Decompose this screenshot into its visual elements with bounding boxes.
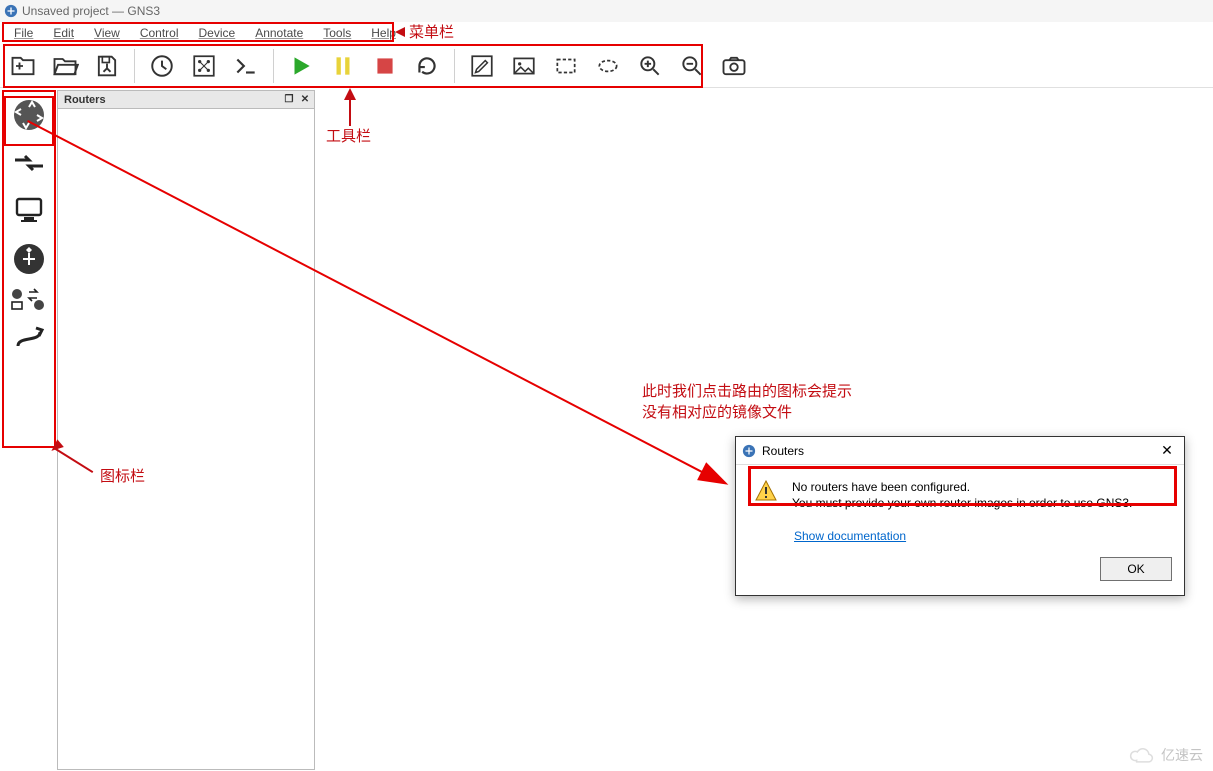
image-button[interactable] bbox=[505, 47, 543, 85]
annotation-dialog-line1: 此时我们点击路由的图标会提示 bbox=[642, 381, 852, 402]
menu-annotate[interactable]: Annotate bbox=[245, 24, 313, 42]
menu-view[interactable]: View bbox=[84, 24, 130, 42]
reload-button[interactable] bbox=[408, 47, 446, 85]
annotation-menubar: 菜单栏 bbox=[395, 21, 454, 42]
dialog-icon bbox=[742, 444, 756, 458]
menu-device[interactable]: Device bbox=[189, 24, 246, 42]
menu-control[interactable]: Control bbox=[130, 24, 189, 42]
menu-file[interactable]: File bbox=[4, 24, 43, 42]
device-end-devices[interactable] bbox=[8, 190, 50, 232]
toolbar bbox=[0, 44, 1213, 88]
clock-button[interactable] bbox=[143, 47, 181, 85]
annotation-toolbar: 工具栏 bbox=[326, 125, 371, 146]
note-button[interactable] bbox=[463, 47, 501, 85]
arrow-stem bbox=[349, 100, 351, 126]
dialog-title-text: Routers bbox=[762, 444, 804, 458]
toolbar-separator bbox=[273, 49, 274, 83]
device-all[interactable] bbox=[8, 286, 50, 312]
open-project-button[interactable] bbox=[46, 47, 84, 85]
warning-icon bbox=[754, 479, 778, 503]
titlebar: Unsaved project — GNS3 bbox=[0, 0, 1213, 22]
dialog-message-line2: You must provide your own router images … bbox=[792, 495, 1132, 511]
rectangle-button[interactable] bbox=[547, 47, 585, 85]
menubar: File Edit View Control Device Annotate T… bbox=[0, 22, 1213, 44]
device-link[interactable] bbox=[8, 318, 50, 360]
annotation-dialog: 此时我们点击路由的图标会提示 没有相对应的镜像文件 bbox=[642, 381, 852, 423]
annotation-iconbar: 图标栏 bbox=[100, 465, 145, 486]
annotation-dialog-line2: 没有相对应的镜像文件 bbox=[642, 402, 852, 423]
toolbar-separator bbox=[454, 49, 455, 83]
new-project-button[interactable] bbox=[4, 47, 42, 85]
panel-title: Routers ❐ ✕ bbox=[58, 91, 314, 109]
menu-edit[interactable]: Edit bbox=[43, 24, 84, 42]
stop-all-button[interactable] bbox=[366, 47, 404, 85]
dialog-titlebar: Routers ✕ bbox=[736, 437, 1184, 465]
toolbar-separator bbox=[134, 49, 135, 83]
dialog-message-line1: No routers have been configured. bbox=[792, 479, 1132, 495]
watermark: 亿速云 bbox=[1129, 745, 1203, 765]
ellipse-button[interactable] bbox=[589, 47, 627, 85]
menu-tools[interactable]: Tools bbox=[313, 24, 361, 42]
show-documentation-link[interactable]: Show documentation bbox=[794, 529, 906, 543]
grid-button[interactable] bbox=[185, 47, 223, 85]
panel-title-text: Routers bbox=[64, 94, 106, 106]
cloud-icon bbox=[1129, 746, 1155, 764]
arrow-left-icon bbox=[395, 27, 405, 37]
console-button[interactable] bbox=[227, 47, 265, 85]
panel-undock-button[interactable]: ❐ bbox=[282, 92, 296, 106]
routers-dialog: Routers ✕ No routers have been configure… bbox=[735, 436, 1185, 596]
arrow-up-icon bbox=[344, 88, 356, 100]
zoom-in-button[interactable] bbox=[631, 47, 669, 85]
annotation-menubar-text: 菜单栏 bbox=[409, 21, 454, 42]
zoom-out-button[interactable] bbox=[673, 47, 711, 85]
start-all-button[interactable] bbox=[282, 47, 320, 85]
watermark-text: 亿速云 bbox=[1161, 745, 1203, 765]
device-bar bbox=[3, 90, 55, 448]
connector-arrowhead-icon bbox=[697, 462, 733, 493]
save-project-button[interactable] bbox=[88, 47, 126, 85]
device-switches[interactable] bbox=[8, 142, 50, 184]
app-title: Unsaved project — GNS3 bbox=[22, 4, 160, 18]
dialog-close-button[interactable]: ✕ bbox=[1156, 441, 1178, 461]
app-icon bbox=[4, 4, 18, 18]
pause-all-button[interactable] bbox=[324, 47, 362, 85]
routers-panel: Routers ❐ ✕ bbox=[57, 90, 315, 770]
device-security[interactable] bbox=[8, 238, 50, 280]
dialog-body: No routers have been configured. You mus… bbox=[736, 465, 1184, 549]
screenshot-button[interactable] bbox=[715, 47, 753, 85]
panel-close-button[interactable]: ✕ bbox=[298, 92, 312, 106]
dialog-message: No routers have been configured. You mus… bbox=[792, 479, 1132, 511]
ok-button[interactable]: OK bbox=[1100, 557, 1172, 581]
